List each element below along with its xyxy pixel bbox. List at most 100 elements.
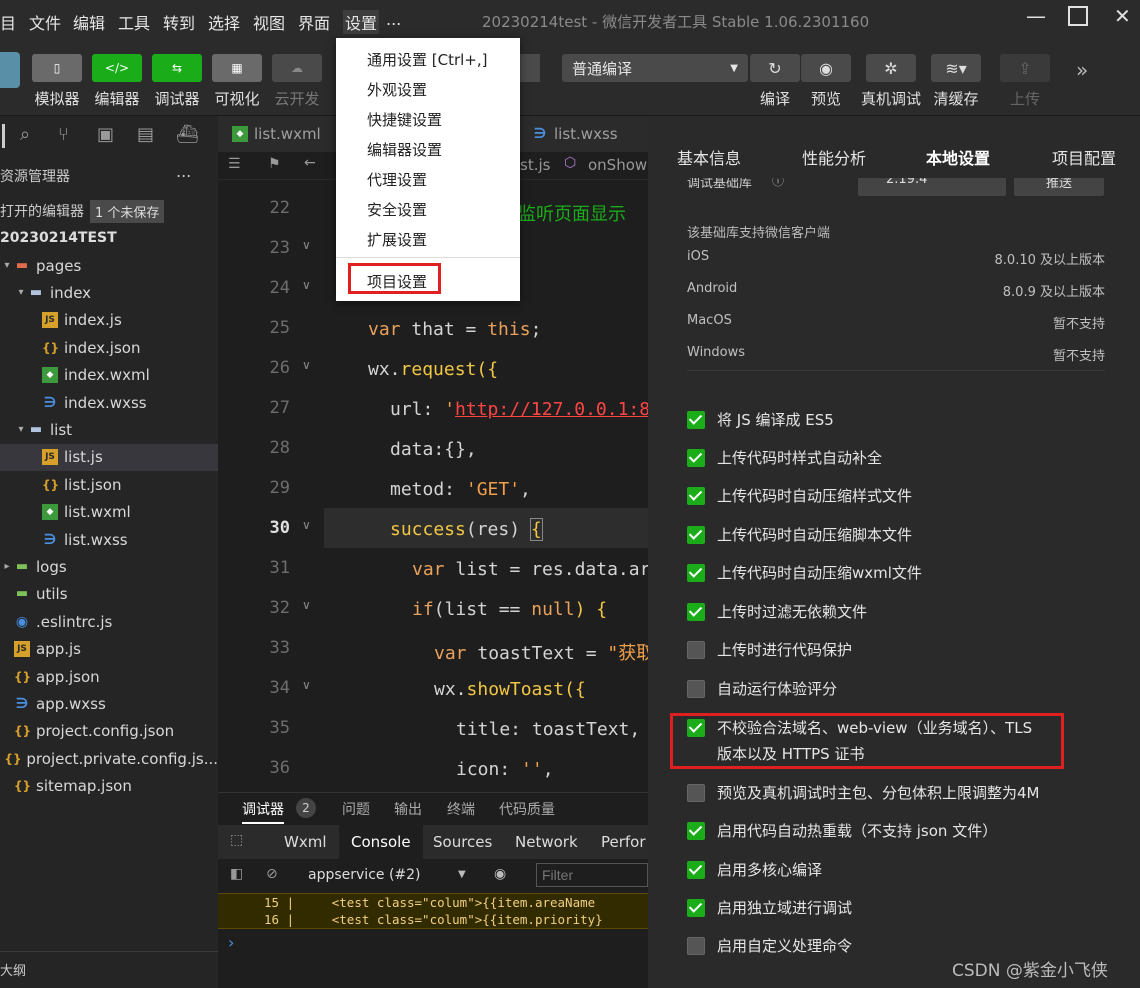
clear-console-icon[interactable]: ⊘ [266, 866, 278, 882]
storage-icon[interactable]: ▤ [137, 124, 154, 145]
breadcrumb-file[interactable]: st.js [520, 156, 550, 174]
checkbox-label[interactable]: 上传代码时样式自动补全 [717, 447, 882, 468]
checkbox[interactable] [687, 937, 705, 955]
tab-console[interactable]: Console [339, 825, 423, 859]
docker-icon[interactable]: ⛴ [176, 124, 199, 145]
checkbox-label[interactable]: 上传代码时自动压缩wxml文件 [717, 562, 922, 583]
tree-item[interactable]: ◉ .eslintrc.js [0, 608, 218, 635]
tab-problems[interactable]: 问题 [342, 799, 370, 819]
context-select[interactable]: appservice (#2) [308, 867, 421, 883]
tab-performance[interactable]: Perfor [601, 833, 646, 851]
checkbox-label[interactable]: 上传代码时自动压缩样式文件 [717, 485, 912, 506]
checkbox-label[interactable]: 自动运行体验评分 [717, 678, 837, 699]
tree-item[interactable]: {} project.private.config.js... [0, 745, 218, 772]
console-filter-input[interactable] [536, 863, 648, 887]
code-line-36[interactable]: icon: '', [456, 759, 554, 780]
menu-item-settings[interactable]: 设置 [343, 10, 380, 34]
checkbox[interactable] [687, 822, 705, 840]
code-line-25[interactable]: var that = this; [368, 319, 541, 340]
menu-extension-settings[interactable]: 扩展设置 [367, 229, 427, 250]
tree-item[interactable]: {} project.config.json [0, 718, 218, 745]
tree-item[interactable]: ▾ ▬ pages [0, 252, 218, 279]
sidebar-toggle-icon[interactable]: ◧ [230, 866, 243, 882]
preview-button[interactable]: ◉ [801, 54, 851, 82]
base-lib-select[interactable]: 2.19.4 [858, 178, 1006, 196]
editor-button[interactable]: </> [92, 54, 142, 82]
checkbox[interactable] [687, 641, 705, 659]
checkbox[interactable] [687, 680, 705, 698]
code-line-34[interactable]: wx.showToast({ [434, 679, 586, 700]
tab-local-settings[interactable]: 本地设置 [926, 145, 990, 169]
fold-icon[interactable]: ∨ [302, 598, 311, 612]
clear-cache-button[interactable]: ≋▾ [931, 54, 981, 82]
checkbox[interactable] [687, 526, 705, 544]
open-editors-section[interactable]: 打开的编辑器 1 个未保存 [0, 198, 218, 224]
menu-item-more[interactable]: ... [386, 10, 401, 29]
checkbox[interactable] [687, 411, 705, 429]
checkbox[interactable] [687, 784, 705, 802]
menu-item-view2[interactable]: 视图 [253, 10, 285, 34]
checkbox-label[interactable]: 启用代码自动热重载（不支持 json 文件） [717, 820, 997, 841]
tree-item[interactable]: ▬ utils [0, 581, 218, 608]
more-icon[interactable]: » [1076, 58, 1088, 82]
tree-item[interactable]: ◆ index.wxml [0, 362, 218, 389]
menu-item-file[interactable]: 文件 [29, 10, 61, 34]
tree-item[interactable]: JS list.js [0, 443, 218, 471]
extensions-icon[interactable]: ▣ [97, 124, 114, 145]
menu-shortcut-settings[interactable]: 快捷键设置 [367, 109, 442, 130]
checkbox-label[interactable]: 启用自定义处理命令 [717, 935, 852, 956]
menu-proxy-settings[interactable]: 代理设置 [367, 169, 427, 190]
fold-icon[interactable]: ∨ [302, 518, 311, 532]
tree-item[interactable]: {} list.json [0, 471, 218, 498]
tree-item[interactable]: ◆ list.wxml [0, 499, 218, 526]
push-button[interactable]: 推送 [1014, 178, 1104, 196]
tab-terminal[interactable]: 终端 [447, 799, 475, 819]
compile-button[interactable]: ↻ [750, 54, 800, 82]
tree-item[interactable]: ▸ ▬ logs [0, 553, 218, 580]
tree-item[interactable]: {} index.json [0, 334, 218, 361]
menu-security-settings[interactable]: 安全设置 [367, 199, 427, 220]
menu-item-edit[interactable]: 编辑 [73, 10, 105, 34]
back-arrow-icon[interactable]: ← [304, 155, 316, 171]
bookmark-icon[interactable]: ⚑ [268, 156, 281, 172]
search-icon[interactable]: ⌕ [20, 124, 30, 145]
inspect-icon[interactable]: ⬚ [230, 832, 243, 848]
explorer-more-button[interactable]: ... [176, 162, 191, 181]
avatar[interactable] [0, 52, 20, 88]
fold-icon[interactable]: ∨ [302, 278, 311, 292]
menu-general-settings[interactable]: 通用设置 [Ctrl+,] [367, 49, 488, 70]
checkbox-label[interactable]: 上传代码时自动压缩脚本文件 [717, 524, 912, 545]
breadcrumb-function[interactable]: onShow [588, 156, 647, 174]
code-line-31[interactable]: var list = res.data.ar [412, 559, 650, 580]
upload-button[interactable]: ⇪ [1000, 54, 1050, 82]
code-line-27[interactable]: url: 'http://127.0.0.1:8 [390, 399, 650, 420]
project-root[interactable]: 20230214TEST [0, 230, 117, 246]
simulator-button[interactable]: ▯ [32, 54, 82, 82]
compile-mode-select[interactable]: 普通编译 ▼ [562, 54, 748, 82]
tree-item[interactable]: ▾ ▬ index [0, 279, 218, 306]
minimize-icon[interactable]: — [1026, 4, 1046, 28]
tab-output[interactable]: 输出 [394, 799, 422, 819]
tree-item[interactable]: {} app.json [0, 663, 218, 690]
fold-icon[interactable]: ∨ [302, 358, 311, 372]
tab-wxml[interactable]: Wxml [284, 833, 327, 851]
tab-performance[interactable]: 性能分析 [802, 145, 866, 169]
tree-item[interactable]: ∋ index.wxss [0, 389, 218, 416]
checkbox-label[interactable]: 启用独立域进行调试 [717, 897, 852, 918]
checkbox-label[interactable]: 启用多核心编译 [717, 859, 822, 880]
tree-item[interactable]: ∋ list.wxss [0, 526, 218, 553]
checkbox-label[interactable]: 将 JS 编译成 ES5 [717, 409, 834, 430]
source-control-icon[interactable]: ⑂ [58, 124, 69, 145]
menu-item-tools[interactable]: 工具 [118, 10, 150, 34]
tab-debugger[interactable]: 调试器 [242, 799, 284, 824]
help-icon[interactable]: ⓘ [772, 178, 784, 189]
tab-code-quality[interactable]: 代码质量 [499, 799, 555, 819]
code-line-28[interactable]: data:{}, [390, 439, 477, 460]
files-icon[interactable] [2, 124, 10, 148]
tab-network[interactable]: Network [515, 833, 578, 851]
checkbox[interactable] [687, 861, 705, 879]
list-icon[interactable]: ☰ [228, 156, 241, 172]
tab-sources[interactable]: Sources [433, 833, 492, 851]
checkbox-label[interactable]: 上传时过滤无依赖文件 [717, 601, 867, 622]
close-icon[interactable]: ✕ [1114, 4, 1131, 28]
